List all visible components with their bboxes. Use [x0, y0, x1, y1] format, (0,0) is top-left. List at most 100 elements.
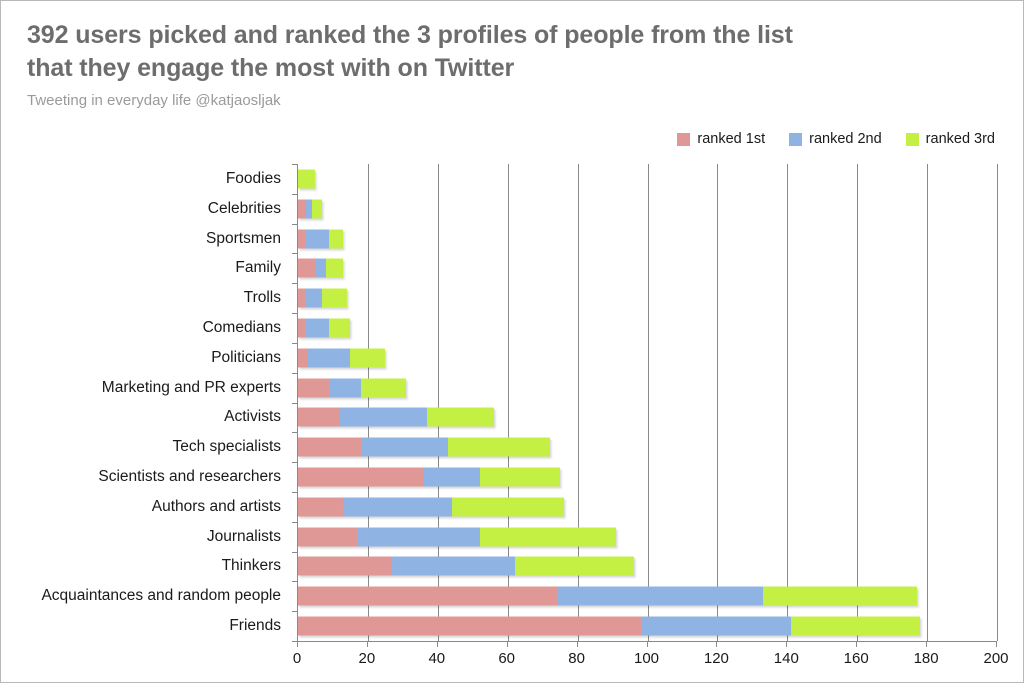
x-axis-tick — [297, 641, 298, 647]
y-axis-label: Marketing and PR experts — [101, 378, 281, 396]
bar-segment-1[interactable] — [298, 497, 344, 517]
y-axis-tick — [292, 521, 298, 523]
bar-stack[interactable] — [298, 199, 323, 219]
y-axis-label: Acquaintances and random people — [41, 587, 281, 605]
y-axis-label: Authors and artists — [151, 497, 281, 515]
bar-stack[interactable] — [298, 437, 550, 457]
bar-stack[interactable] — [298, 288, 347, 308]
bar-segment-3[interactable] — [329, 229, 344, 249]
bar-segment-2[interactable] — [339, 407, 428, 427]
legend-label: ranked 2nd — [809, 131, 882, 147]
bar-stack[interactable] — [298, 616, 921, 636]
bar-stack[interactable] — [298, 258, 344, 278]
bar-segment-1[interactable] — [298, 467, 424, 487]
chart-page: 392 users picked and ranked the 3 profil… — [0, 0, 1024, 683]
bar-segment-2[interactable] — [315, 258, 326, 278]
bar-segment-2[interactable] — [357, 527, 480, 547]
x-axis-tick-label: 60 — [498, 650, 516, 667]
legend-label: ranked 3rd — [925, 131, 995, 147]
bar-segment-3[interactable] — [448, 437, 550, 457]
x-axis-tick-label: 40 — [428, 650, 446, 667]
bar-segment-3[interactable] — [325, 258, 344, 278]
bar-segment-2[interactable] — [392, 556, 515, 576]
bar-segment-3[interactable] — [790, 616, 921, 636]
bar-segment-3[interactable] — [479, 467, 561, 487]
legend-item[interactable]: ranked 2nd — [789, 131, 882, 147]
bar-segment-3[interactable] — [350, 348, 386, 368]
x-axis-tick — [436, 641, 438, 647]
bar-stack[interactable] — [298, 467, 561, 487]
y-axis-label: Journalists — [206, 527, 281, 545]
bar-segment-3[interactable] — [451, 497, 564, 517]
chart-subtitle: Tweeting in everyday life @katjaosljak — [27, 91, 281, 109]
x-axis-tick — [926, 641, 928, 647]
bar-stack[interactable] — [298, 527, 617, 547]
bar-segment-2[interactable] — [308, 348, 351, 368]
bar-segment-3[interactable] — [427, 407, 494, 427]
bar-stack[interactable] — [298, 348, 386, 368]
bar-stack[interactable] — [298, 378, 407, 398]
bar-stack[interactable] — [298, 586, 917, 606]
bar-segment-3[interactable] — [322, 288, 347, 308]
x-axis-tick-label: 180 — [913, 650, 939, 667]
y-axis-label: Scientists and researchers — [98, 468, 281, 486]
legend-swatch-icon — [677, 132, 691, 146]
y-axis-label: Sportsmen — [206, 229, 281, 247]
gridline — [997, 164, 998, 641]
y-axis-label: Family — [235, 259, 281, 277]
bar-segment-1[interactable] — [298, 288, 305, 308]
chart-header: 392 users picked and ranked the 3 profil… — [27, 19, 987, 109]
x-axis-tick — [576, 641, 578, 647]
x-axis-tick-label: 200 — [983, 650, 1009, 667]
bar-segment-1[interactable] — [298, 199, 305, 219]
x-axis-tick-label: 140 — [773, 650, 799, 667]
bar-stack[interactable] — [298, 497, 564, 517]
y-axis-label: Friends — [229, 617, 281, 635]
bar-segment-2[interactable] — [640, 616, 791, 636]
gridline — [927, 164, 929, 641]
bar-segment-1[interactable] — [298, 527, 358, 547]
y-axis-tick — [292, 253, 298, 255]
legend-item[interactable]: ranked 1st — [677, 131, 765, 147]
bar-segment-1[interactable] — [298, 258, 316, 278]
bar-segment-2[interactable] — [304, 288, 323, 308]
bar-segment-2[interactable] — [556, 586, 763, 606]
legend-item[interactable]: ranked 3rd — [905, 131, 995, 147]
gridline — [857, 164, 859, 641]
bar-segment-2[interactable] — [343, 497, 452, 517]
bar-segment-2[interactable] — [423, 467, 480, 487]
bar-segment-3[interactable] — [762, 586, 917, 606]
bar-segment-1[interactable] — [298, 348, 309, 368]
bar-stack[interactable] — [298, 407, 494, 427]
y-axis-labels: Foodies Celebrities Sportsmen Family Trolls C… — [1, 164, 289, 641]
bar-segment-3[interactable] — [311, 199, 323, 219]
bar-segment-2[interactable] — [304, 199, 312, 219]
bar-segment-1[interactable] — [298, 586, 557, 606]
bar-segment-2[interactable] — [329, 378, 361, 398]
bar-segment-1[interactable] — [298, 556, 393, 576]
y-axis-tick — [292, 402, 298, 404]
y-axis-label: Activists — [224, 408, 281, 426]
bar-segment-3[interactable] — [329, 318, 351, 338]
x-axis-tick — [506, 641, 508, 647]
y-axis-tick — [292, 491, 298, 493]
bar-segment-1[interactable] — [298, 229, 305, 249]
bar-stack[interactable] — [298, 229, 344, 249]
bar-segment-3[interactable] — [514, 556, 634, 576]
bar-segment-1[interactable] — [298, 616, 641, 636]
bar-segment-1[interactable] — [298, 437, 361, 457]
bar-segment-3[interactable] — [298, 169, 316, 189]
bar-segment-3[interactable] — [360, 378, 407, 398]
bar-stack[interactable] — [298, 318, 351, 338]
bar-segment-1[interactable] — [298, 318, 305, 338]
bar-segment-1[interactable] — [298, 378, 330, 398]
bar-segment-2[interactable] — [360, 437, 449, 457]
legend-swatch-icon — [789, 132, 803, 146]
bar-segment-2[interactable] — [304, 229, 330, 249]
bar-stack[interactable] — [298, 556, 634, 576]
bar-segment-3[interactable] — [479, 527, 617, 547]
bar-segment-1[interactable] — [298, 407, 340, 427]
bar-segment-2[interactable] — [304, 318, 330, 338]
y-axis-tick — [292, 313, 298, 315]
bar-stack[interactable] — [298, 169, 316, 189]
